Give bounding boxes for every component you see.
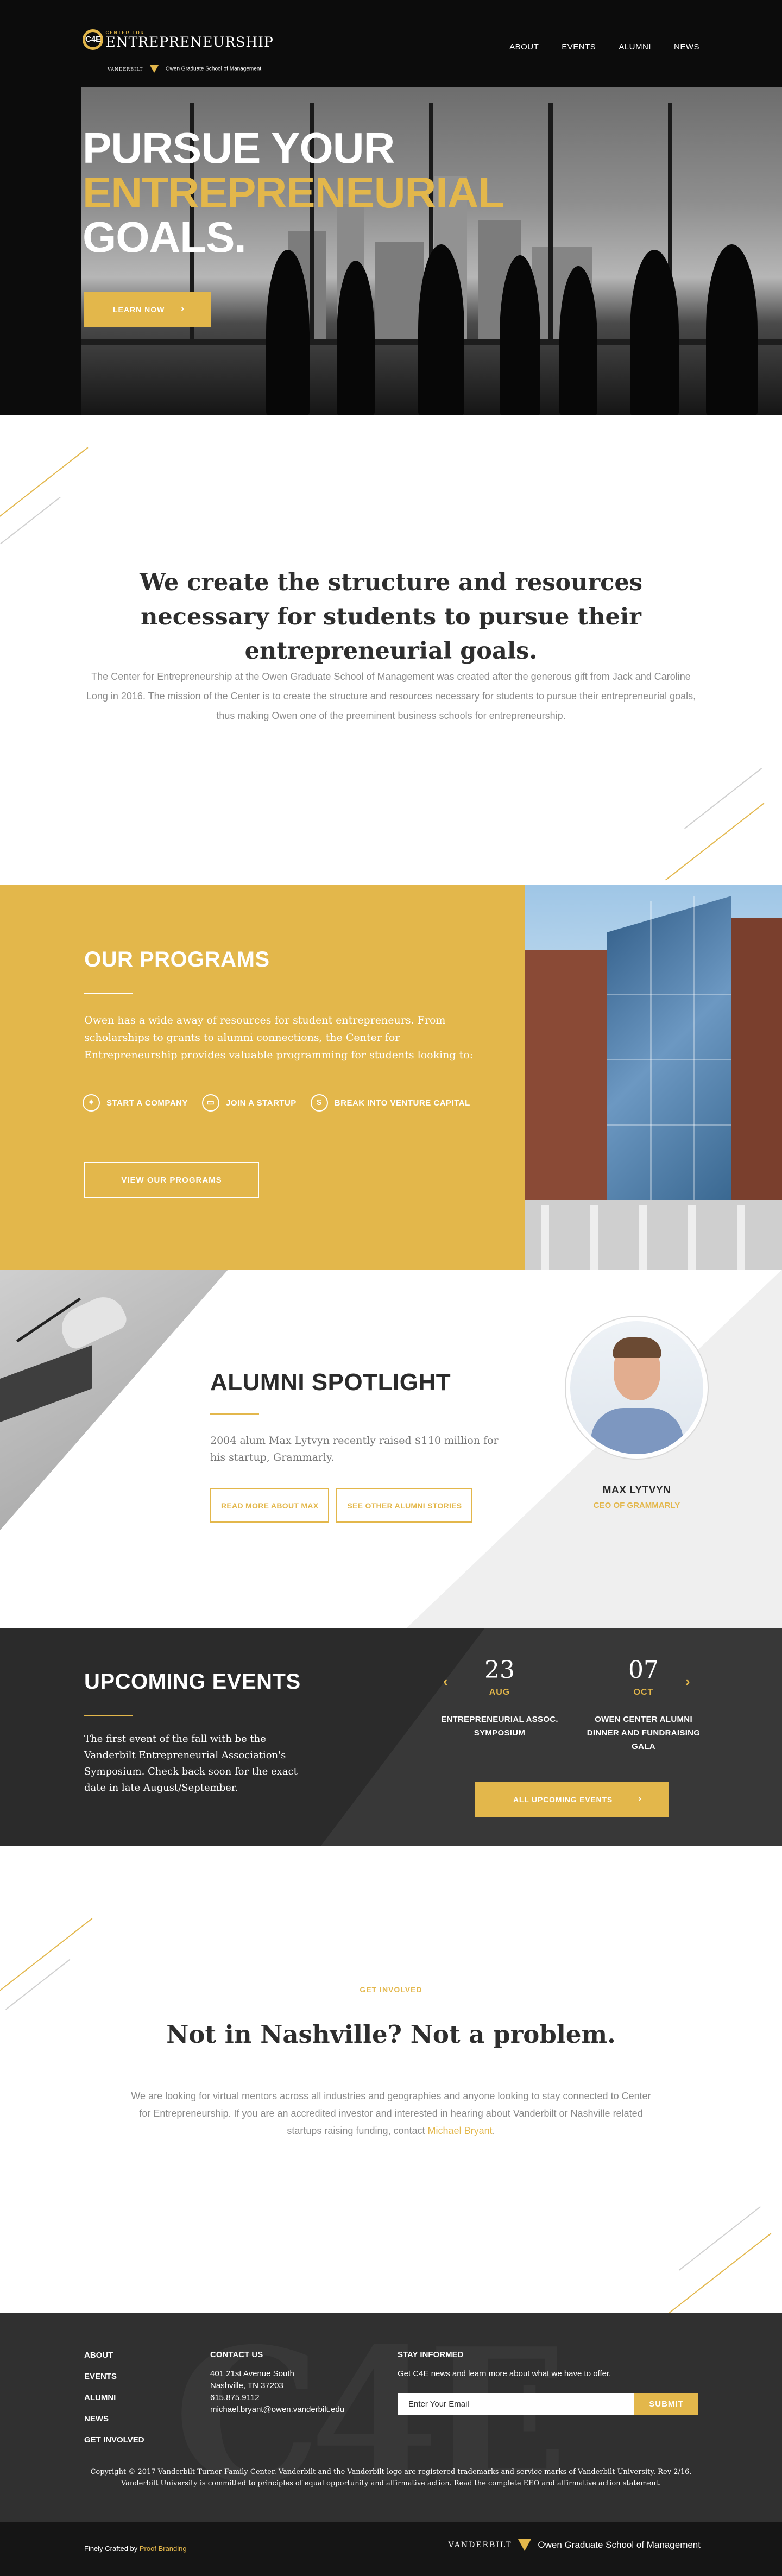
alumni-name: MAX LYTVYN	[602, 1485, 671, 1496]
footer-nav: ABOUT EVENTS ALUMNI NEWS GET INVOLVED	[84, 2345, 144, 2451]
footer-link-get-involved[interactable]: GET INVOLVED	[84, 2429, 144, 2451]
footer-link-about[interactable]: ABOUT	[84, 2345, 144, 2366]
contact-link[interactable]: Michael Bryant	[428, 2125, 493, 2136]
events-title: UPCOMING EVENTS	[84, 1670, 301, 1694]
decorative-line	[665, 803, 765, 881]
chevron-right-icon: ›	[638, 1793, 642, 1804]
lightbulb-icon: ✦	[83, 1094, 100, 1112]
goal-start-company: ✦ START A COMPANY	[83, 1094, 188, 1112]
writing-photo	[0, 1270, 228, 1530]
alumni-title: ALUMNI SPOTLIGHT	[210, 1369, 451, 1396]
dollar-icon: $	[310, 1094, 328, 1112]
footer-link-news[interactable]: NEWS	[84, 2408, 144, 2429]
building-photo	[525, 885, 782, 1270]
decorative-line	[668, 2233, 772, 2313]
decorative-line	[0, 496, 61, 545]
nav-events[interactable]: EVENTS	[562, 42, 596, 52]
event-card[interactable]: 23 AUG ENTREPRENEURIAL ASSOC. SYMPOSIUM	[440, 1655, 559, 1740]
decorative-line	[679, 2206, 761, 2271]
footer-newsletter: STAY INFORMED Get C4E news and learn mor…	[398, 2350, 698, 2415]
bottom-bar: Finely Crafted by Proof Branding VANDERB…	[0, 2522, 782, 2576]
section-kicker: GET INVOLVED	[360, 1985, 422, 1994]
email-link[interactable]: michael.bryant@owen.vanderbilt.edu	[210, 2404, 344, 2416]
newsletter-form: SUBMIT	[398, 2393, 698, 2415]
owen-school-name: Owen Graduate School of Management	[538, 2540, 701, 2550]
learn-now-button[interactable]: LEARN NOW ›	[84, 292, 211, 327]
view-programs-button[interactable]: VIEW OUR PROGRAMS	[84, 1162, 259, 1198]
decorative-line	[0, 447, 89, 525]
logo-subline: VANDERBILT Owen Graduate School of Manag…	[108, 65, 261, 73]
event-card[interactable]: 07 OCT OWEN CENTER ALUMNI DINNER AND FUN…	[584, 1655, 703, 1753]
title-underline	[84, 1715, 133, 1716]
programs-title: OUR PROGRAMS	[84, 948, 270, 971]
vanderbilt-v-icon	[150, 65, 159, 73]
footer-link-alumni[interactable]: ALUMNI	[84, 2387, 144, 2408]
event-month: AUG	[489, 1688, 510, 1697]
nav-about[interactable]: ABOUT	[509, 42, 539, 52]
goal-join-startup: ▭ JOIN A STARTUP	[202, 1094, 297, 1112]
program-goals: ✦ START A COMPANY ▭ JOIN A STARTUP $ BRE…	[83, 1094, 470, 1112]
site-logo[interactable]: C4E CENTER FOR ENTREPRENEURSHIP VANDERBI…	[83, 29, 274, 73]
contact-heading: CONTACT US	[210, 2350, 263, 2359]
newsletter-text: Get C4E news and learn more about what w…	[398, 2369, 611, 2378]
logo-wordmark: ENTREPRENEURSHIP	[105, 34, 274, 50]
email-input[interactable]	[398, 2393, 634, 2415]
event-day: 07	[628, 1656, 659, 1684]
event-month: OCT	[633, 1688, 654, 1697]
alumni-body: 2004 alum Max Lytvyn recently raised $11…	[210, 1435, 499, 1463]
alumni-section: ALUMNI SPOTLIGHT 2004 alum Max Lytvyn re…	[0, 1270, 782, 1628]
site-footer: C4E ABOUT EVENTS ALUMNI NEWS GET INVOLVE…	[0, 2313, 782, 2522]
get-involved-section: GET INVOLVED Not in Nashville? Not a pro…	[0, 1846, 782, 2313]
footer-link-events[interactable]: EVENTS	[84, 2366, 144, 2387]
decorative-line	[5, 1959, 71, 2010]
address-line-1: 401 21st Avenue South	[210, 2369, 294, 2378]
alumni-role: CEO OF GRAMMARLY	[593, 1501, 680, 1510]
hero-title: PURSUE YOUR ENTREPRENEURIAL GOALS.	[83, 124, 504, 261]
hero-section: C4E CENTER FOR ENTREPRENEURSHIP VANDERBI…	[0, 0, 782, 415]
events-section: UPCOMING EVENTS The first event of the f…	[0, 1628, 782, 1846]
vanderbilt-wordmark: VANDERBILT	[448, 2541, 512, 2549]
vanderbilt-v-icon	[518, 2539, 532, 2551]
event-day: 23	[484, 1656, 515, 1684]
mission-section: We create the structure and resources ne…	[0, 415, 782, 885]
owen-logo[interactable]: VANDERBILT Owen Graduate School of Manag…	[449, 2539, 701, 2551]
chevron-right-icon: ›	[181, 303, 185, 314]
phone-number: 615.875.9112	[210, 2393, 260, 2402]
read-more-max-button[interactable]: READ MORE ABOUT MAX	[210, 1488, 330, 1523]
submit-button[interactable]: SUBMIT	[634, 2393, 698, 2415]
goal-venture-capital: $ BREAK INTO VENTURE CAPITAL	[310, 1094, 470, 1112]
involved-body: We are looking for virtual mentors acros…	[131, 2091, 651, 2136]
mission-headline: We create the structure and resources ne…	[140, 569, 642, 665]
other-alumni-stories-button[interactable]: SEE OTHER ALUMNI STORIES	[336, 1488, 473, 1523]
event-name: OWEN CENTER ALUMNI DINNER AND FUNDRAISIN…	[586, 1715, 701, 1751]
address-line-2: Nashville, TN 37203	[210, 2381, 283, 2390]
alumni-portrait	[565, 1316, 709, 1460]
involved-headline: Not in Nashville? Not a problem.	[166, 2020, 616, 2049]
owen-school-name: Owen Graduate School of Management	[165, 66, 262, 72]
programs-body: Owen has a wide away of resources for st…	[84, 1014, 474, 1061]
alumni-actions: READ MORE ABOUT MAX SEE OTHER ALUMNI STO…	[210, 1488, 473, 1523]
nav-news[interactable]: NEWS	[674, 42, 699, 52]
all-events-button[interactable]: ALL UPCOMING EVENTS ›	[475, 1782, 669, 1817]
footer-contact: CONTACT US 401 21st Avenue South Nashvil…	[210, 2350, 344, 2416]
mission-body: The Center for Entrepreneurship at the O…	[86, 671, 696, 721]
c4e-logo-mark: C4E	[83, 29, 103, 50]
title-underline	[84, 993, 133, 994]
event-name: ENTREPRENEURIAL ASSOC. SYMPOSIUM	[441, 1715, 558, 1738]
credit-text: Finely Crafted by Proof Branding	[84, 2545, 187, 2553]
programs-section: OUR PROGRAMS Owen has a wide away of res…	[0, 885, 782, 1270]
main-nav: ABOUT EVENTS ALUMNI NEWS	[509, 42, 699, 52]
legal-text: Copyright © 2017 Vanderbilt Turner Famil…	[90, 2468, 692, 2487]
nav-alumni[interactable]: ALUMNI	[619, 42, 651, 52]
decorative-line	[684, 768, 762, 829]
newsletter-heading: STAY INFORMED	[398, 2350, 464, 2359]
credit-link[interactable]: Proof Branding	[140, 2545, 187, 2553]
events-body: The first event of the fall with be the …	[84, 1733, 298, 1794]
handshake-icon: ▭	[202, 1094, 219, 1112]
vanderbilt-wordmark: VANDERBILT	[108, 66, 143, 72]
title-underline	[210, 1413, 259, 1415]
